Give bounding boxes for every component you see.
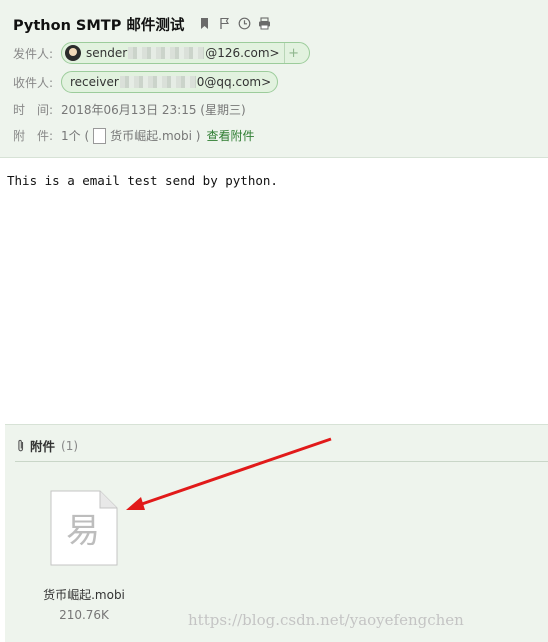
redacted-address	[119, 76, 196, 88]
file-icon	[93, 127, 107, 144]
attachment-title-count: (1)	[61, 438, 79, 453]
watermark: https://blog.csdn.net/yaoyefengchen	[188, 611, 464, 629]
receiver-address-suffix: 0@qq.com>	[196, 75, 272, 89]
mail-body-text: This is a email test send by python.	[7, 173, 278, 188]
print-icon[interactable]	[258, 15, 271, 30]
mail-subject: Python SMTP 邮件测试	[13, 18, 185, 34]
attachment-file-size: 210.76K	[59, 608, 109, 622]
add-contact-button[interactable]: +	[283, 43, 303, 63]
sender-avatar	[65, 45, 81, 61]
to-label: 收件人:	[13, 75, 54, 90]
attachment-panel: 附件 (1) 易 货币崛起.mobi 210.76K	[5, 424, 548, 642]
attachment-file-thumbnail[interactable]: 易	[50, 490, 118, 566]
subject-actions	[198, 15, 271, 30]
sender-chip[interactable]: sender @126.com> +	[61, 42, 310, 64]
from-row: 发件人: sender @126.com> +	[13, 42, 310, 64]
attachment-count: 1个 (	[61, 129, 90, 143]
view-attachment-link[interactable]: 查看附件	[206, 127, 254, 144]
mail-header: Python SMTP 邮件测试 发件人: sender @126.com> +…	[0, 0, 548, 158]
attachment-row: 附 件: 1个 ( 货币崛起.mobi ) 查看附件	[13, 127, 254, 144]
time-label: 时 间:	[13, 103, 54, 117]
receiver-name: receiver	[70, 75, 119, 89]
attachment-label: 附 件:	[13, 129, 54, 143]
clock-icon[interactable]	[238, 15, 251, 30]
attachment-file-name-label[interactable]: 货币崛起.mobi	[29, 586, 139, 603]
time-value: 2018年06月13日 23:15 (星期三)	[61, 103, 246, 117]
attachment-title-text: 附件	[30, 439, 56, 454]
time-row: 时 间: 2018年06月13日 23:15 (星期三)	[13, 101, 246, 118]
flag-icon[interactable]	[218, 15, 231, 29]
receiver-chip[interactable]: receiver 0@qq.com>	[61, 71, 279, 93]
bookmark-icon[interactable]	[198, 15, 211, 29]
sender-name: sender	[86, 46, 128, 60]
redacted-address	[128, 47, 205, 59]
attachment-file-name[interactable]: 货币崛起.mobi )	[110, 127, 200, 144]
sender-address-suffix: @126.com>	[205, 46, 280, 60]
ebook-glyph: 易	[66, 511, 100, 551]
attachment-panel-title: 附件 (1)	[17, 436, 78, 455]
paperclip-icon	[17, 439, 25, 452]
from-label: 发件人:	[13, 46, 54, 61]
divider	[15, 461, 548, 462]
to-row: 收件人: receiver 0@qq.com>	[13, 71, 279, 93]
